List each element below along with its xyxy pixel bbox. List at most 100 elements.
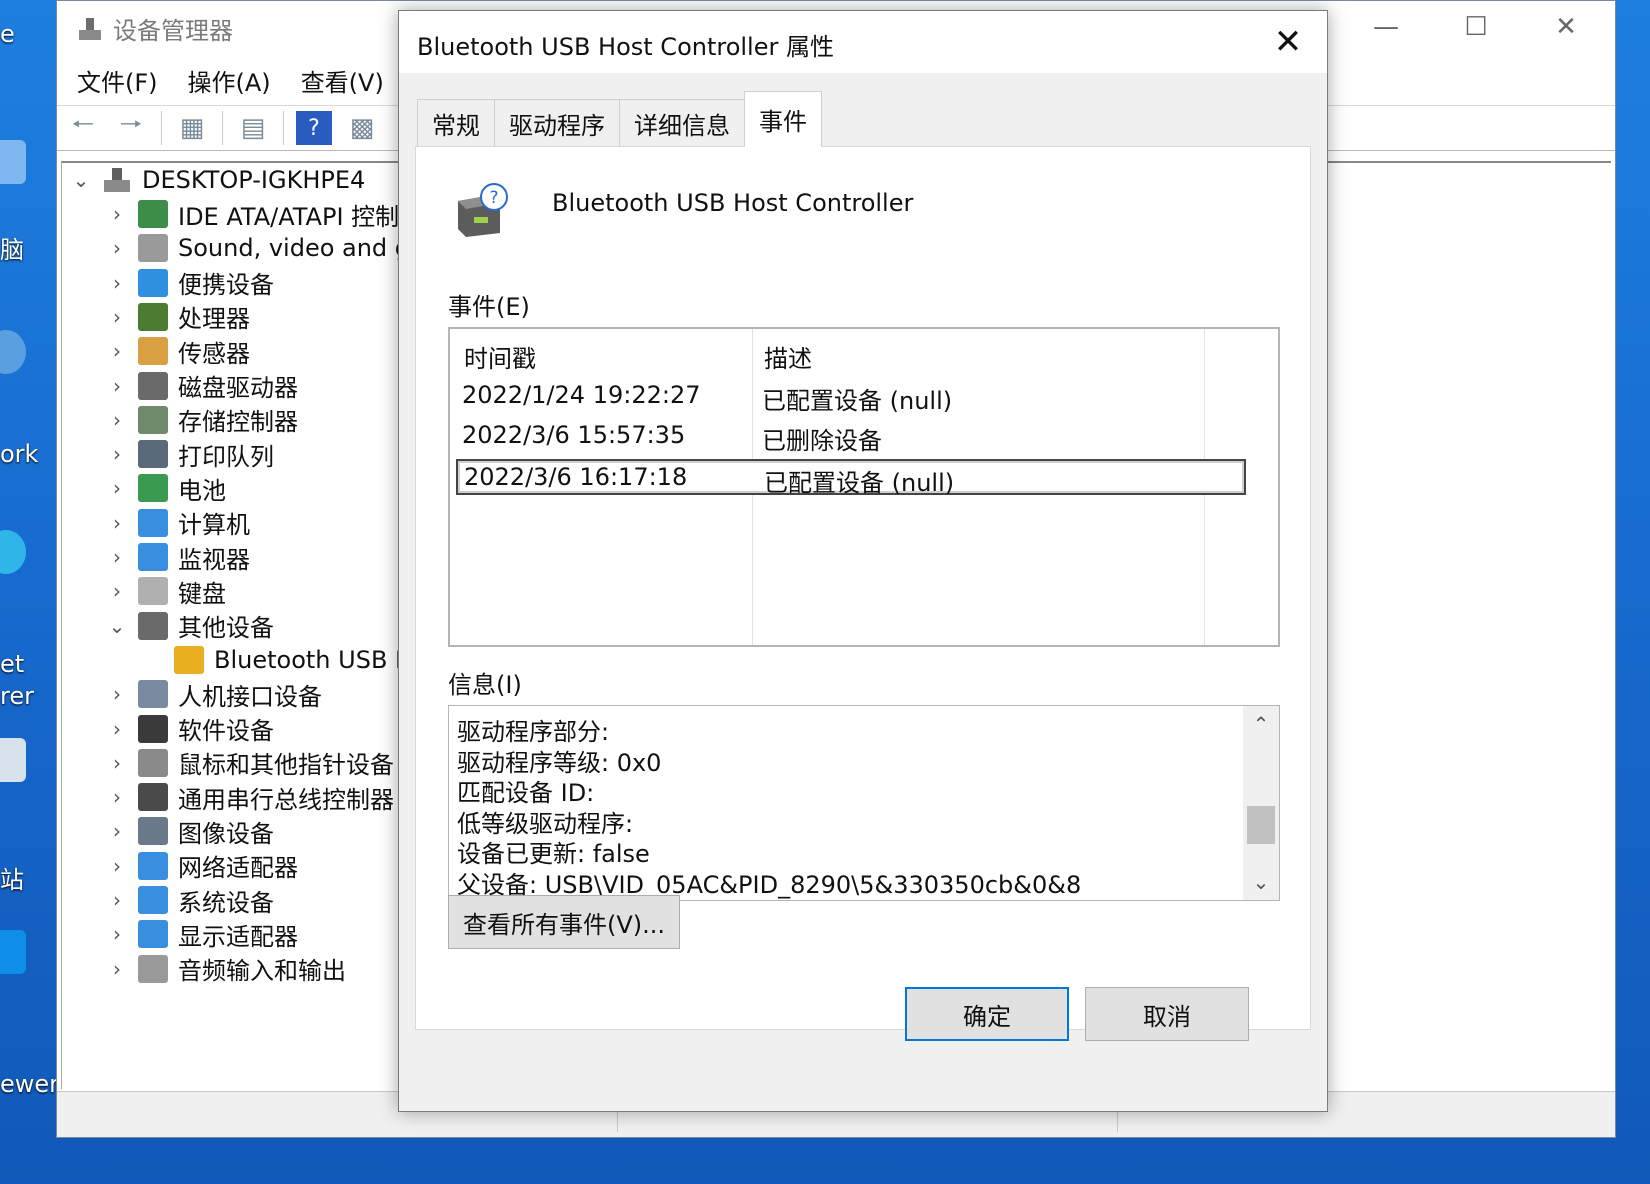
chevron-right-icon[interactable]: › bbox=[106, 751, 128, 775]
chevron-right-icon[interactable]: › bbox=[106, 236, 128, 260]
tree-item-label: 鼠标和其他指针设备 bbox=[178, 751, 394, 780]
tab-bar: 常规 驱动程序 详细信息 事件 bbox=[417, 91, 822, 147]
tree-item[interactable]: › 人机接口设备 bbox=[106, 677, 322, 711]
chevron-right-icon[interactable]: › bbox=[106, 854, 128, 878]
chevron-right-icon[interactable]: › bbox=[106, 922, 128, 946]
event-row[interactable]: 2022/3/6 16:17:18 已配置设备 (null) bbox=[456, 459, 1246, 497]
tree-item[interactable]: › 存储控制器 bbox=[106, 403, 298, 437]
tree-item-label: 计算机 bbox=[178, 511, 250, 540]
speaker-icon bbox=[138, 234, 168, 263]
chevron-right-icon[interactable]: › bbox=[106, 957, 128, 981]
desktop-label: ork bbox=[0, 440, 39, 468]
desktop-pc-icon[interactable] bbox=[0, 140, 26, 184]
tree-item[interactable]: › 磁盘驱动器 bbox=[106, 369, 298, 403]
computer-icon bbox=[138, 508, 168, 537]
tab-events[interactable]: 事件 bbox=[744, 91, 822, 147]
scroll-down-icon[interactable]: ⌄ bbox=[1243, 864, 1279, 900]
maximize-button[interactable]: ☐ bbox=[1431, 7, 1521, 47]
tree-item[interactable]: › 显示适配器 bbox=[106, 917, 298, 951]
warning-device-icon bbox=[174, 645, 204, 674]
view-all-events-button[interactable]: 查看所有事件(V)... bbox=[448, 895, 680, 949]
minimize-button[interactable]: — bbox=[1341, 7, 1431, 47]
properties-icon[interactable]: ▤ bbox=[235, 111, 271, 145]
desktop-edge-icon[interactable] bbox=[0, 530, 26, 574]
menu-action[interactable]: 操作(A) bbox=[188, 63, 271, 101]
tree-item[interactable]: › 图像设备 bbox=[106, 814, 274, 848]
event-description: 已配置设备 (null) bbox=[764, 469, 955, 497]
info-scrollbar[interactable]: ⌃ ⌄ bbox=[1243, 706, 1279, 900]
tree-item[interactable]: › 鼠标和其他指针设备 bbox=[106, 746, 394, 780]
properties-dialog: Bluetooth USB Host Controller 属性 ✕ 常规 驱动… bbox=[398, 10, 1328, 1112]
tree-item[interactable]: › 便携设备 bbox=[106, 266, 274, 300]
chevron-right-icon[interactable]: › bbox=[106, 545, 128, 569]
tree-item[interactable]: › 传感器 bbox=[106, 334, 250, 368]
tree-item-label: 图像设备 bbox=[178, 819, 274, 848]
chevron-right-icon[interactable]: › bbox=[106, 717, 128, 741]
chevron-right-icon[interactable]: › bbox=[106, 305, 128, 329]
desktop-network-icon[interactable] bbox=[0, 330, 26, 374]
column-header-description[interactable]: 描述 bbox=[764, 339, 812, 374]
column-header-timestamp[interactable]: 时间戳 bbox=[464, 339, 536, 374]
forward-arrow-icon[interactable]: 🠒 bbox=[113, 110, 149, 145]
chevron-right-icon[interactable]: › bbox=[106, 511, 128, 535]
action-pane-icon[interactable]: ▩ bbox=[344, 111, 380, 145]
scroll-up-icon[interactable]: ⌃ bbox=[1243, 706, 1279, 742]
events-table[interactable]: 时间戳 描述 2022/1/24 19:22:27 已配置设备 (null) 202… bbox=[448, 327, 1280, 647]
show-hide-tree-icon[interactable]: ▦ bbox=[174, 111, 210, 145]
desktop-label: 站 bbox=[0, 866, 24, 894]
tree-item[interactable]: › 键盘 bbox=[106, 574, 226, 608]
tree-item[interactable]: › 打印队列 bbox=[106, 437, 274, 471]
tab-details[interactable]: 详细信息 bbox=[619, 99, 745, 147]
tree-item[interactable]: › 电池 bbox=[106, 471, 226, 505]
tree-item-label: 磁盘驱动器 bbox=[178, 374, 298, 402]
desktop-recycle-bin-icon[interactable] bbox=[0, 738, 26, 782]
back-arrow-icon[interactable]: 🠐 bbox=[65, 110, 101, 145]
tree-item[interactable]: › IDE ATA/ATAPI 控制 bbox=[106, 197, 399, 231]
tree-item[interactable]: › 系统设备 bbox=[106, 883, 274, 917]
info-textbox[interactable]: 驱动程序部分: 驱动程序等级: 0x0 匹配设备 ID: 低等级驱动程序: 设备已更新:… bbox=[448, 705, 1280, 901]
tree-item[interactable]: ⌄ 其他设备 bbox=[106, 609, 274, 643]
scroll-thumb[interactable] bbox=[1247, 806, 1275, 844]
chevron-right-icon[interactable]: › bbox=[106, 819, 128, 843]
tree-item[interactable]: › 软件设备 bbox=[106, 712, 274, 746]
chevron-right-icon[interactable]: › bbox=[106, 339, 128, 363]
menu-view[interactable]: 查看(V) bbox=[301, 63, 384, 101]
desktop-teamviewer-icon[interactable] bbox=[0, 930, 26, 974]
tree-item[interactable]: › 监视器 bbox=[106, 540, 250, 574]
tree-item[interactable]: › Sound, video and ga bbox=[106, 231, 425, 265]
close-icon[interactable]: ✕ bbox=[1261, 19, 1315, 65]
printer-icon bbox=[138, 440, 168, 469]
tab-driver[interactable]: 驱动程序 bbox=[494, 99, 620, 147]
chevron-right-icon[interactable]: › bbox=[106, 271, 128, 295]
tab-general[interactable]: 常规 bbox=[417, 99, 495, 147]
tree-item[interactable]: › 音频输入和输出 bbox=[106, 952, 346, 986]
tree-item[interactable]: › 计算机 bbox=[106, 506, 250, 540]
close-window-button[interactable]: ✕ bbox=[1521, 7, 1611, 47]
cancel-button[interactable]: 取消 bbox=[1085, 987, 1249, 1041]
chevron-right-icon[interactable]: › bbox=[106, 374, 128, 398]
tree-item[interactable]: › 网络适配器 bbox=[106, 849, 298, 883]
chevron-right-icon[interactable]: › bbox=[106, 785, 128, 809]
chevron-right-icon[interactable]: › bbox=[106, 408, 128, 432]
chevron-right-icon[interactable]: › bbox=[106, 888, 128, 912]
chevron-down-icon[interactable]: ⌄ bbox=[106, 614, 128, 638]
chevron-right-icon[interactable]: › bbox=[106, 682, 128, 706]
tree-item[interactable]: › 通用串行总线控制器 bbox=[106, 780, 394, 814]
chevron-right-icon[interactable]: › bbox=[106, 476, 128, 500]
tree-root[interactable]: ⌄ DESKTOP-IGKHPE4 bbox=[70, 163, 366, 197]
chevron-right-icon[interactable]: › bbox=[106, 202, 128, 226]
network-adapter-icon bbox=[138, 851, 168, 880]
menu-file[interactable]: 文件(F) bbox=[77, 63, 158, 101]
tree-item[interactable]: › 处理器 bbox=[106, 300, 250, 334]
tree-item-label: 通用串行总线控制器 bbox=[178, 785, 394, 814]
chevron-right-icon[interactable]: › bbox=[106, 579, 128, 603]
chevron-down-icon[interactable]: ⌄ bbox=[70, 168, 92, 192]
help-icon[interactable]: ? bbox=[296, 111, 332, 145]
tree-item-label: 处理器 bbox=[178, 305, 250, 334]
chevron-right-icon[interactable]: › bbox=[106, 442, 128, 466]
event-row[interactable]: 2022/3/6 15:57:35 已删除设备 bbox=[456, 419, 1246, 455]
ok-button[interactable]: 确定 bbox=[905, 987, 1069, 1041]
tree-item-label: 电池 bbox=[178, 476, 226, 505]
event-row[interactable]: 2022/1/24 19:22:27 已配置设备 (null) bbox=[456, 379, 1246, 415]
tree-item[interactable]: Bluetooth USB H bbox=[174, 643, 413, 677]
